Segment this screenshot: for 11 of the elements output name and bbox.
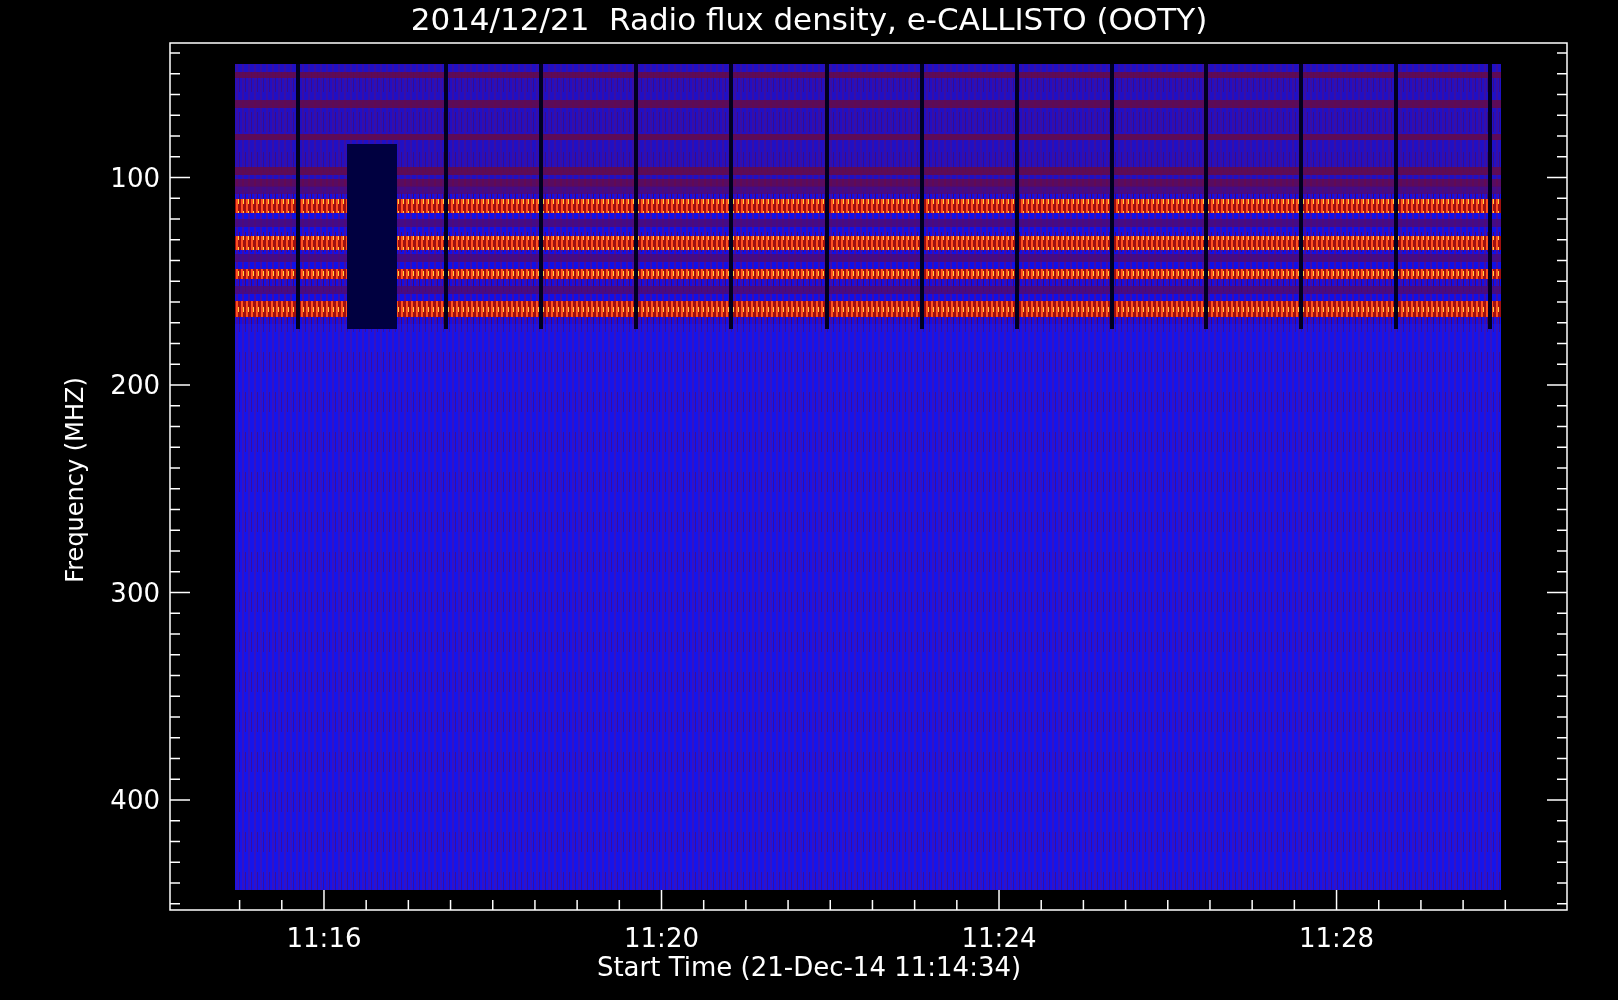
tick-label: 11:20 bbox=[623, 925, 700, 951]
tick-label: 100 bbox=[109, 164, 160, 191]
tick-label: 11:28 bbox=[1298, 925, 1375, 951]
axis-label: Frequency (MHZ) bbox=[61, 377, 89, 583]
tick-label: 200 bbox=[109, 372, 160, 398]
axis-label: Start Time (21-Dec-14 11:14:34) bbox=[595, 954, 1023, 980]
tick-label: 11:24 bbox=[960, 925, 1038, 951]
tick-label: 400 bbox=[109, 787, 160, 813]
plot-title: 2014/12/21 Radio flux density, e-CALLISTO (OOTY) bbox=[409, 4, 1209, 35]
tick-label: 300 bbox=[109, 579, 160, 606]
tick-label: 11:16 bbox=[285, 925, 363, 951]
